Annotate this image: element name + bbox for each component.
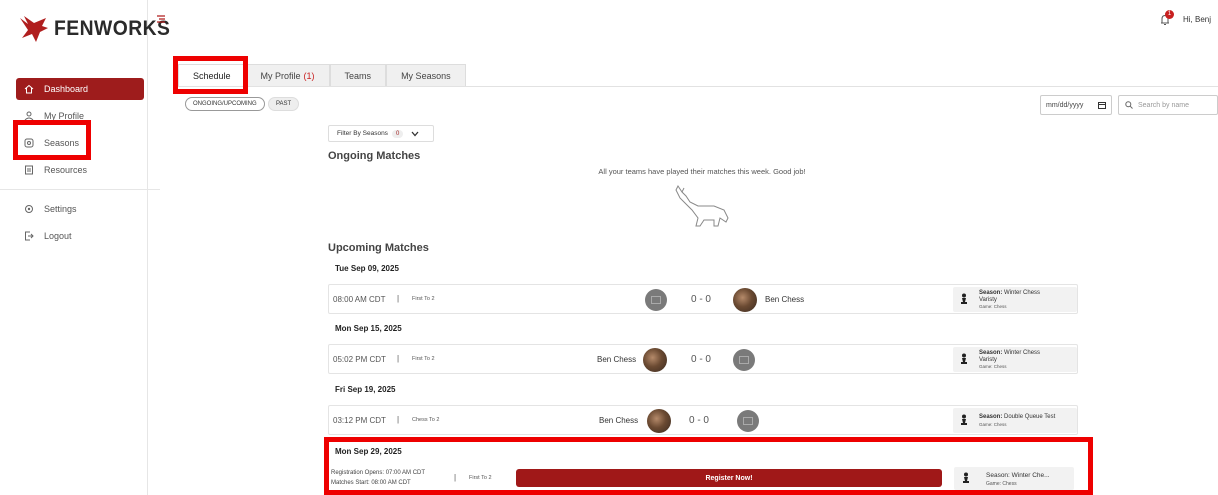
team-name: Ben Chess: [599, 416, 639, 425]
sidebar-item-label: Dashboard: [44, 84, 89, 94]
match-date-heading: Tue Sep 09, 2025: [335, 264, 399, 273]
season-name: Season: Winter Chess: [979, 290, 1040, 296]
match-score: 0 - 0: [688, 415, 709, 426]
game-name: Game: Chess: [979, 422, 1007, 427]
separator: |: [397, 354, 400, 363]
season-name-continued: Varisty: [979, 297, 997, 303]
season-label: Season:: [979, 350, 1003, 356]
chess-pawn-icon: [961, 293, 967, 304]
season-info: Season: Winter Chess Varisty Game: Chess: [953, 287, 1077, 312]
notification-badge: 1: [1165, 10, 1174, 19]
highlight-schedule-tab: [173, 56, 248, 94]
search-placeholder: Search by name: [1138, 101, 1189, 109]
match-row[interactable]: 08:00 AM CDT | First To 2 0 - 0 Ben Ches…: [328, 284, 1078, 314]
sidebar-item-label: Settings: [44, 204, 77, 214]
tab-label: Teams: [344, 70, 372, 81]
sidebar-item-label: Resources: [44, 165, 88, 175]
season-name: Season: Double Queue Test: [979, 414, 1055, 420]
sidebar-nav: Dashboard My Profile Seasons Resources S…: [0, 78, 160, 252]
chess-pawn-icon: [961, 414, 967, 425]
tab-label: My Seasons: [401, 70, 451, 81]
separator: |: [397, 294, 400, 303]
home-icon: [24, 84, 34, 94]
season-filter-dropdown[interactable]: Filter By Seasons 0: [328, 125, 434, 142]
sidebar-item-settings[interactable]: Settings: [16, 198, 144, 220]
chevron-down-icon: [411, 131, 419, 136]
highlight-registration-row: [324, 437, 1093, 495]
sidebar: FENWORKS Dashboard My Profile Seasons Re…: [0, 0, 170, 495]
game-name: Game: Chess: [979, 364, 1007, 369]
gear-icon: [24, 204, 34, 214]
logout-icon: [24, 231, 34, 241]
season-title: Double Queue Test: [1004, 414, 1056, 420]
sidebar-item-logout[interactable]: Logout: [16, 225, 144, 247]
opponent-logo-icon: [645, 289, 667, 311]
season-label: Season:: [979, 414, 1003, 420]
match-time: 08:00 AM CDT: [333, 295, 386, 304]
game-name: Game: Chess: [979, 304, 1007, 309]
team-avatar: [733, 288, 757, 312]
tab-divider: [178, 86, 1218, 87]
ongoing-upcoming-toggle[interactable]: ONGOING/UPCOMING: [185, 97, 265, 111]
chess-pawn-icon: [961, 353, 967, 364]
tab-count-badge: (1): [303, 70, 315, 81]
season-title: Winter Chess: [1004, 290, 1041, 296]
team-name: Ben Chess: [765, 295, 805, 304]
match-time: 03:12 PM CDT: [333, 416, 386, 425]
match-row[interactable]: 05:02 PM CDT | First To 2 Ben Chess 0 - …: [328, 344, 1078, 374]
upcoming-matches-title: Upcoming Matches: [328, 242, 429, 254]
howling-wolf-icon: [675, 185, 729, 227]
match-time: 05:02 PM CDT: [333, 355, 386, 364]
season-filter-count: 0: [391, 129, 404, 138]
season-info: Season: Double Queue Test Game: Chess: [953, 408, 1077, 433]
date-filter-input[interactable]: mm/dd/yyyy: [1040, 95, 1112, 115]
user-greeting[interactable]: Hi, Benj: [1183, 15, 1211, 24]
tab-my-seasons[interactable]: My Seasons: [386, 64, 466, 86]
opponent-logo-icon: [733, 349, 755, 371]
team-name: Ben Chess: [597, 355, 637, 364]
past-toggle[interactable]: PAST: [268, 97, 300, 111]
fox-logo-icon: [20, 16, 48, 42]
tab-teams[interactable]: Teams: [329, 64, 387, 86]
resources-icon: [24, 165, 34, 175]
season-name-continued: Varisty: [979, 357, 997, 363]
highlight-seasons-item: [13, 120, 91, 160]
ongoing-matches-title: Ongoing Matches: [328, 150, 421, 162]
match-format: First To 2: [412, 296, 435, 302]
match-row[interactable]: 03:12 PM CDT | Chess To 2 Ben Chess 0 - …: [328, 405, 1078, 435]
calendar-icon: [1098, 102, 1106, 109]
match-date-heading: Mon Sep 15, 2025: [335, 324, 402, 333]
team-avatar: [647, 409, 671, 433]
tab-my-profile[interactable]: My Profile (1): [245, 64, 330, 86]
separator: |: [397, 415, 400, 424]
brand-name: FENWORKS: [54, 17, 171, 40]
sidebar-item-resources[interactable]: Resources: [16, 159, 144, 181]
team-avatar: [643, 348, 667, 372]
nav-divider: [0, 189, 160, 190]
season-name: Season: Winter Chess: [979, 350, 1040, 356]
sidebar-item-dashboard[interactable]: Dashboard: [16, 78, 144, 100]
season-title: Winter Chess: [1004, 350, 1041, 356]
menu-collapse-icon[interactable]: [156, 14, 166, 24]
match-score: 0 - 0: [690, 294, 711, 305]
match-date-heading: Fri Sep 19, 2025: [335, 385, 396, 394]
season-info: Season: Winter Chess Varisty Game: Chess: [953, 347, 1077, 372]
empty-state-message: All your teams have played their matches…: [598, 167, 806, 176]
search-icon: [1125, 101, 1133, 109]
season-filter-label: Filter By Seasons: [337, 130, 388, 137]
match-format: Chess To 2: [412, 417, 440, 423]
sidebar-item-label: Logout: [44, 231, 72, 241]
opponent-logo-icon: [737, 410, 759, 432]
match-format: First To 2: [412, 356, 435, 362]
date-value: mm/dd/yyyy: [1046, 101, 1084, 109]
match-score: 0 - 0: [690, 354, 711, 365]
season-label: Season:: [979, 290, 1003, 296]
tab-label: My Profile: [260, 70, 301, 81]
search-input[interactable]: Search by name: [1118, 95, 1218, 115]
